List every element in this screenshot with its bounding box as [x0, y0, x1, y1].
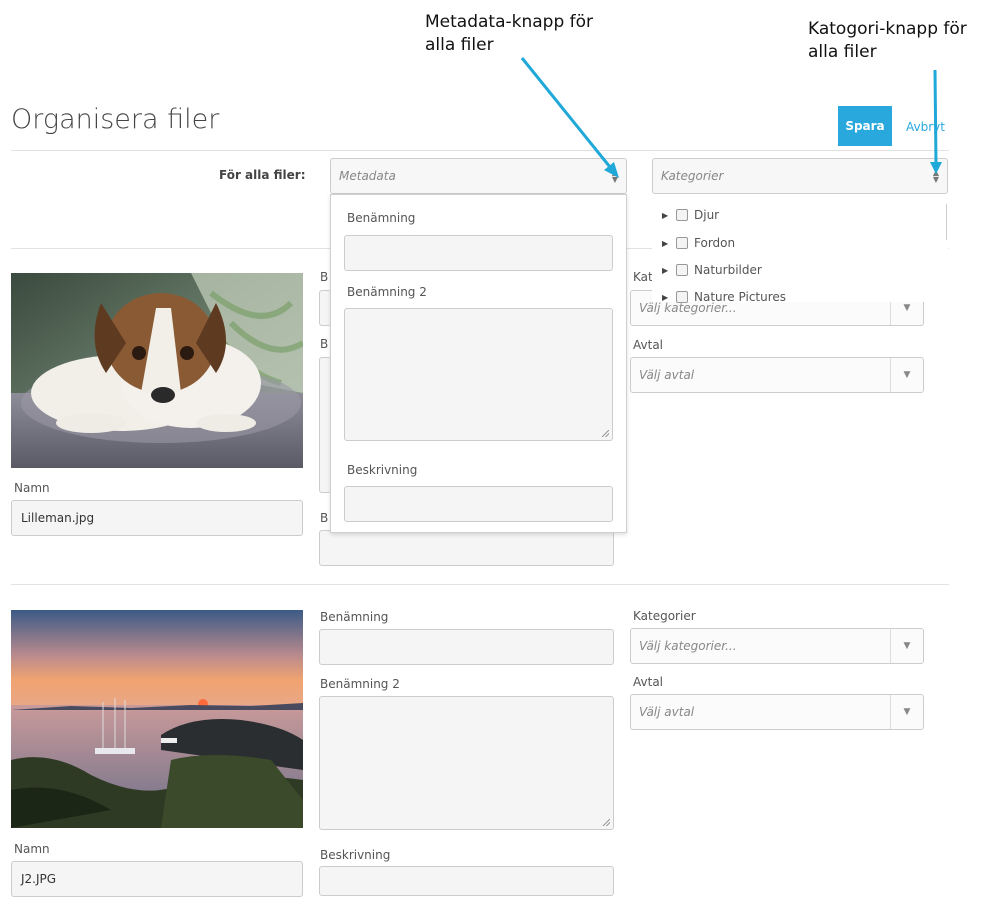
dropdown-name-field[interactable]	[344, 235, 613, 271]
tree-item-label: Naturbilder	[694, 263, 762, 277]
file1-agreement-placeholder: Välj avtal	[639, 368, 695, 382]
tree-item-label: Fordon	[694, 236, 736, 250]
file1-label3-partial: B	[320, 511, 329, 525]
file1-name-input[interactable]: Lilleman.jpg	[11, 500, 303, 536]
file2-name-title-field[interactable]	[319, 629, 614, 665]
tree-item-nature-pictures[interactable]: ▶ Nature Pictures	[662, 290, 786, 304]
sunset-harbor-photo	[11, 610, 303, 828]
header-divider	[11, 150, 949, 151]
category-annotation: Katogori-knapp för alla filer	[808, 18, 967, 64]
expand-arrow-icon[interactable]: ▶	[662, 266, 676, 275]
file2-description-label: Beskrivning	[320, 848, 391, 862]
page-title: Organisera filer	[11, 104, 220, 135]
categories-for-all-button[interactable]: Kategorier ▲ ▼	[652, 158, 948, 194]
file2-agreement-select[interactable]: Välj avtal ▼	[630, 694, 924, 730]
file2-description-field[interactable]	[319, 866, 614, 896]
tree-item-label: Nature Pictures	[694, 290, 787, 304]
metadata-arrow-line	[520, 57, 616, 173]
file-divider	[11, 584, 949, 585]
file1-label-partial: B	[320, 270, 329, 284]
dropdown-name2-field[interactable]	[344, 308, 613, 441]
updown-icon: ▲ ▼	[932, 168, 939, 184]
file1-label2-partial: B	[320, 337, 329, 351]
checkbox[interactable]	[676, 291, 688, 303]
tree-item-label: Djur	[694, 208, 720, 222]
for-all-files-label: För alla filer:	[219, 168, 306, 182]
updown-icon: ▲ ▼	[611, 168, 618, 184]
file2-name-label: Namn	[14, 842, 50, 856]
file2-name2-label: Benämning 2	[320, 677, 400, 691]
cancel-link[interactable]: Avbryt	[906, 120, 945, 134]
caret-down-icon: ▼	[890, 629, 923, 663]
metadata-for-all-button[interactable]: Metadata ▲ ▼	[330, 158, 627, 194]
checkbox[interactable]	[676, 237, 688, 249]
resize-handle-icon[interactable]	[603, 819, 610, 826]
dog-photo	[11, 273, 303, 468]
tree-scroll-edge	[946, 204, 947, 240]
file2-name-input[interactable]: J2.JPG	[11, 861, 303, 897]
file2-categories-placeholder: Välj kategorier...	[639, 639, 737, 653]
categories-placeholder: Kategorier	[661, 169, 724, 183]
file2-agreement-placeholder: Välj avtal	[639, 705, 695, 719]
metadata-dropdown-panel: Benämning Benämning 2 Beskrivning	[330, 194, 627, 533]
resize-handle-icon[interactable]	[602, 430, 609, 437]
category-tree-panel: ▶ Djur ▶ Fordon ▶ Naturbilder ▶ Nature P…	[652, 194, 948, 304]
metadata-placeholder: Metadata	[339, 169, 396, 183]
metadata-annotation-line1: Metadata-knapp för	[425, 12, 594, 32]
file1-name-label: Namn	[14, 481, 50, 495]
file2-agreement-label: Avtal	[633, 675, 663, 689]
file1-description-field[interactable]	[319, 530, 614, 566]
expand-arrow-icon[interactable]: ▶	[662, 239, 676, 248]
dropdown-description-label: Beskrivning	[347, 463, 418, 477]
tree-item-naturbilder[interactable]: ▶ Naturbilder	[662, 263, 762, 277]
file1-agreement-label: Avtal	[633, 338, 663, 352]
dropdown-name2-label: Benämning 2	[347, 285, 427, 299]
category-annotation-line2: alla filer	[808, 42, 877, 62]
file2-name-title-label: Benämning	[320, 610, 389, 624]
tree-item-djur[interactable]: ▶ Djur	[662, 208, 719, 222]
checkbox[interactable]	[676, 209, 688, 221]
save-button[interactable]: Spara	[838, 106, 892, 146]
caret-down-icon: ▼	[890, 695, 923, 729]
tree-item-fordon[interactable]: ▶ Fordon	[662, 236, 735, 250]
metadata-annotation: Metadata-knapp för alla filer	[425, 11, 593, 57]
file2-name2-field[interactable]	[319, 696, 614, 830]
caret-down-icon: ▼	[890, 358, 923, 392]
checkbox[interactable]	[676, 264, 688, 276]
dropdown-description-field[interactable]	[344, 486, 613, 522]
expand-arrow-icon[interactable]: ▶	[662, 293, 676, 302]
dropdown-name-label: Benämning	[347, 211, 416, 225]
expand-arrow-icon[interactable]: ▶	[662, 211, 676, 220]
file2-categories-label: Kategorier	[633, 609, 696, 623]
file1-categories-label-partial: Kat	[633, 270, 653, 284]
category-annotation-line1: Katogori-knapp för	[808, 19, 967, 39]
file2-categories-select[interactable]: Välj kategorier... ▼	[630, 628, 924, 664]
metadata-annotation-line2: alla filer	[425, 35, 494, 55]
file1-agreement-select[interactable]: Välj avtal ▼	[630, 357, 924, 393]
